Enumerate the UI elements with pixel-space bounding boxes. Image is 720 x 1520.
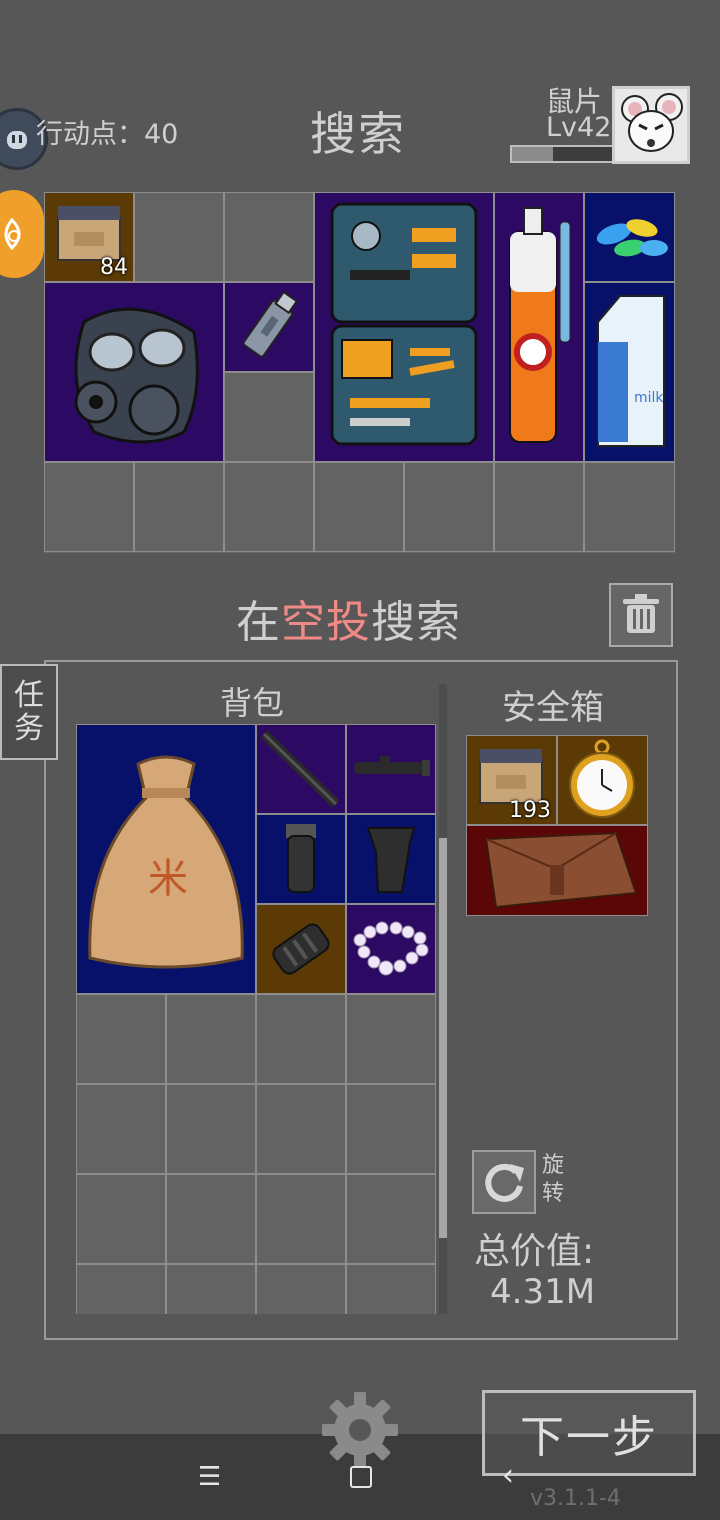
backpack-label: 背包 [220, 684, 285, 722]
back-button[interactable]: ‹ [502, 1458, 514, 1493]
rotate-icon [485, 1163, 524, 1202]
airdrop-search-title: 在空投搜索 [236, 586, 461, 650]
empty-slot[interactable] [224, 192, 314, 282]
empty-slot[interactable] [76, 994, 166, 1084]
item-cardboard-box[interactable]: 193 [466, 735, 557, 825]
recent-apps-button[interactable]: ☰ [198, 1462, 221, 1492]
page-title: 搜索 [310, 107, 406, 161]
item-count: 193 [509, 798, 551, 823]
item-milk-carton[interactable]: milk [584, 282, 675, 462]
xp-bar [510, 145, 616, 163]
empty-slot[interactable] [256, 1174, 346, 1264]
title-prefix: 在 [236, 597, 281, 648]
item-spray-can[interactable] [494, 192, 584, 462]
scrollbar-thumb[interactable] [439, 838, 447, 1238]
rotate-label-2: 转 [542, 1181, 565, 1206]
svg-text:米: 米 [148, 856, 188, 902]
empty-slot[interactable] [346, 994, 436, 1084]
item-rice-sack[interactable]: 米 [76, 724, 256, 994]
usb-drive-icon [242, 290, 299, 358]
item-foregrip[interactable] [256, 814, 346, 904]
trash-button[interactable] [609, 583, 673, 647]
empty-slot[interactable] [134, 462, 224, 552]
pocket-watch-icon [569, 739, 635, 818]
item-usb-drive[interactable] [224, 282, 314, 372]
empty-slot[interactable] [346, 1084, 436, 1174]
empty-slot[interactable] [256, 994, 346, 1084]
item-rifle-scope[interactable] [346, 724, 436, 814]
item-leather-pouch[interactable] [466, 825, 648, 916]
empty-slot[interactable] [134, 192, 224, 282]
rotate-label-1: 旋 [542, 1153, 565, 1178]
item-pistol-grip[interactable] [346, 814, 436, 904]
task-label-1: 任 [14, 678, 44, 713]
safebox-label: 安全箱 [502, 688, 604, 728]
player-avatar[interactable] [612, 86, 690, 164]
title-suffix: 搜索 [371, 597, 461, 648]
empty-slot[interactable] [166, 1084, 256, 1174]
rotate-button[interactable] [472, 1150, 536, 1214]
settings-button[interactable] [318, 1388, 402, 1472]
item-toolbox[interactable] [314, 192, 494, 462]
empty-slot[interactable] [166, 1174, 256, 1264]
pistol-grip-icon [366, 827, 416, 893]
empty-slot[interactable] [256, 1084, 346, 1174]
empty-slot[interactable] [76, 1084, 166, 1174]
pearl-necklace-icon [353, 921, 429, 976]
total-value-label: 总价值: [474, 1231, 595, 1272]
empty-slot[interactable] [494, 462, 584, 552]
empty-slot[interactable] [314, 462, 404, 552]
empty-slot[interactable] [224, 372, 314, 462]
svg-text:milk: milk [634, 390, 664, 406]
item-pearl-necklace[interactable] [346, 904, 436, 994]
item-pills[interactable] [584, 192, 675, 282]
version-label: v3.1.1-4 [530, 1486, 621, 1511]
item-rifle-handguard[interactable] [256, 724, 346, 814]
search-grid: 84 milk [44, 192, 675, 553]
player-level: Lv42 [546, 112, 612, 143]
home-button[interactable] [350, 1466, 372, 1488]
item-count: 84 [100, 255, 128, 280]
item-pocket-watch[interactable] [557, 735, 648, 825]
action-points-label: 行动点：40 [36, 119, 179, 150]
rifle-handguard-icon [260, 730, 340, 808]
backpack-grid: 米 [76, 724, 436, 1314]
gear-icon [322, 1392, 398, 1468]
empty-slot[interactable] [346, 1264, 436, 1314]
empty-slot[interactable] [346, 1174, 436, 1264]
next-step-button[interactable]: 下一步 [482, 1390, 696, 1476]
rifle-scope-icon [354, 756, 430, 776]
empty-slot[interactable] [76, 1174, 166, 1264]
gas-mask-icon [74, 307, 199, 444]
task-label-2: 务 [14, 711, 44, 746]
safebox-grid: 193 [466, 735, 648, 916]
empty-slot[interactable] [76, 1264, 166, 1314]
empty-slot[interactable] [584, 462, 675, 552]
rice-sack-icon: 米 [88, 755, 244, 969]
item-gas-mask[interactable] [44, 282, 224, 462]
empty-slot[interactable] [166, 1264, 256, 1314]
item-cardboard-box[interactable]: 84 [44, 192, 134, 282]
muzzle-brake-icon [272, 923, 330, 975]
empty-slot[interactable] [224, 462, 314, 552]
leather-pouch-icon [484, 831, 638, 909]
toolbox-icon [330, 202, 478, 446]
empty-slot[interactable] [166, 994, 256, 1084]
spray-can-icon [509, 207, 571, 443]
event-badge-icon[interactable] [0, 190, 44, 278]
empty-slot[interactable] [44, 462, 134, 552]
rotate-label: 旋 转 [542, 1152, 572, 1208]
milk-carton-icon: milk [597, 295, 665, 447]
empty-slot[interactable] [404, 462, 494, 552]
xp-bar-fill [512, 147, 553, 161]
title-highlight: 空投 [281, 597, 371, 648]
pills-icon [596, 219, 668, 257]
foregrip-icon [286, 824, 316, 893]
item-muzzle-brake[interactable] [256, 904, 346, 994]
empty-slot[interactable] [256, 1264, 346, 1314]
total-value: 4.31M [490, 1272, 596, 1312]
task-button[interactable]: 任 务 [0, 664, 58, 760]
trash-icon [623, 594, 659, 633]
